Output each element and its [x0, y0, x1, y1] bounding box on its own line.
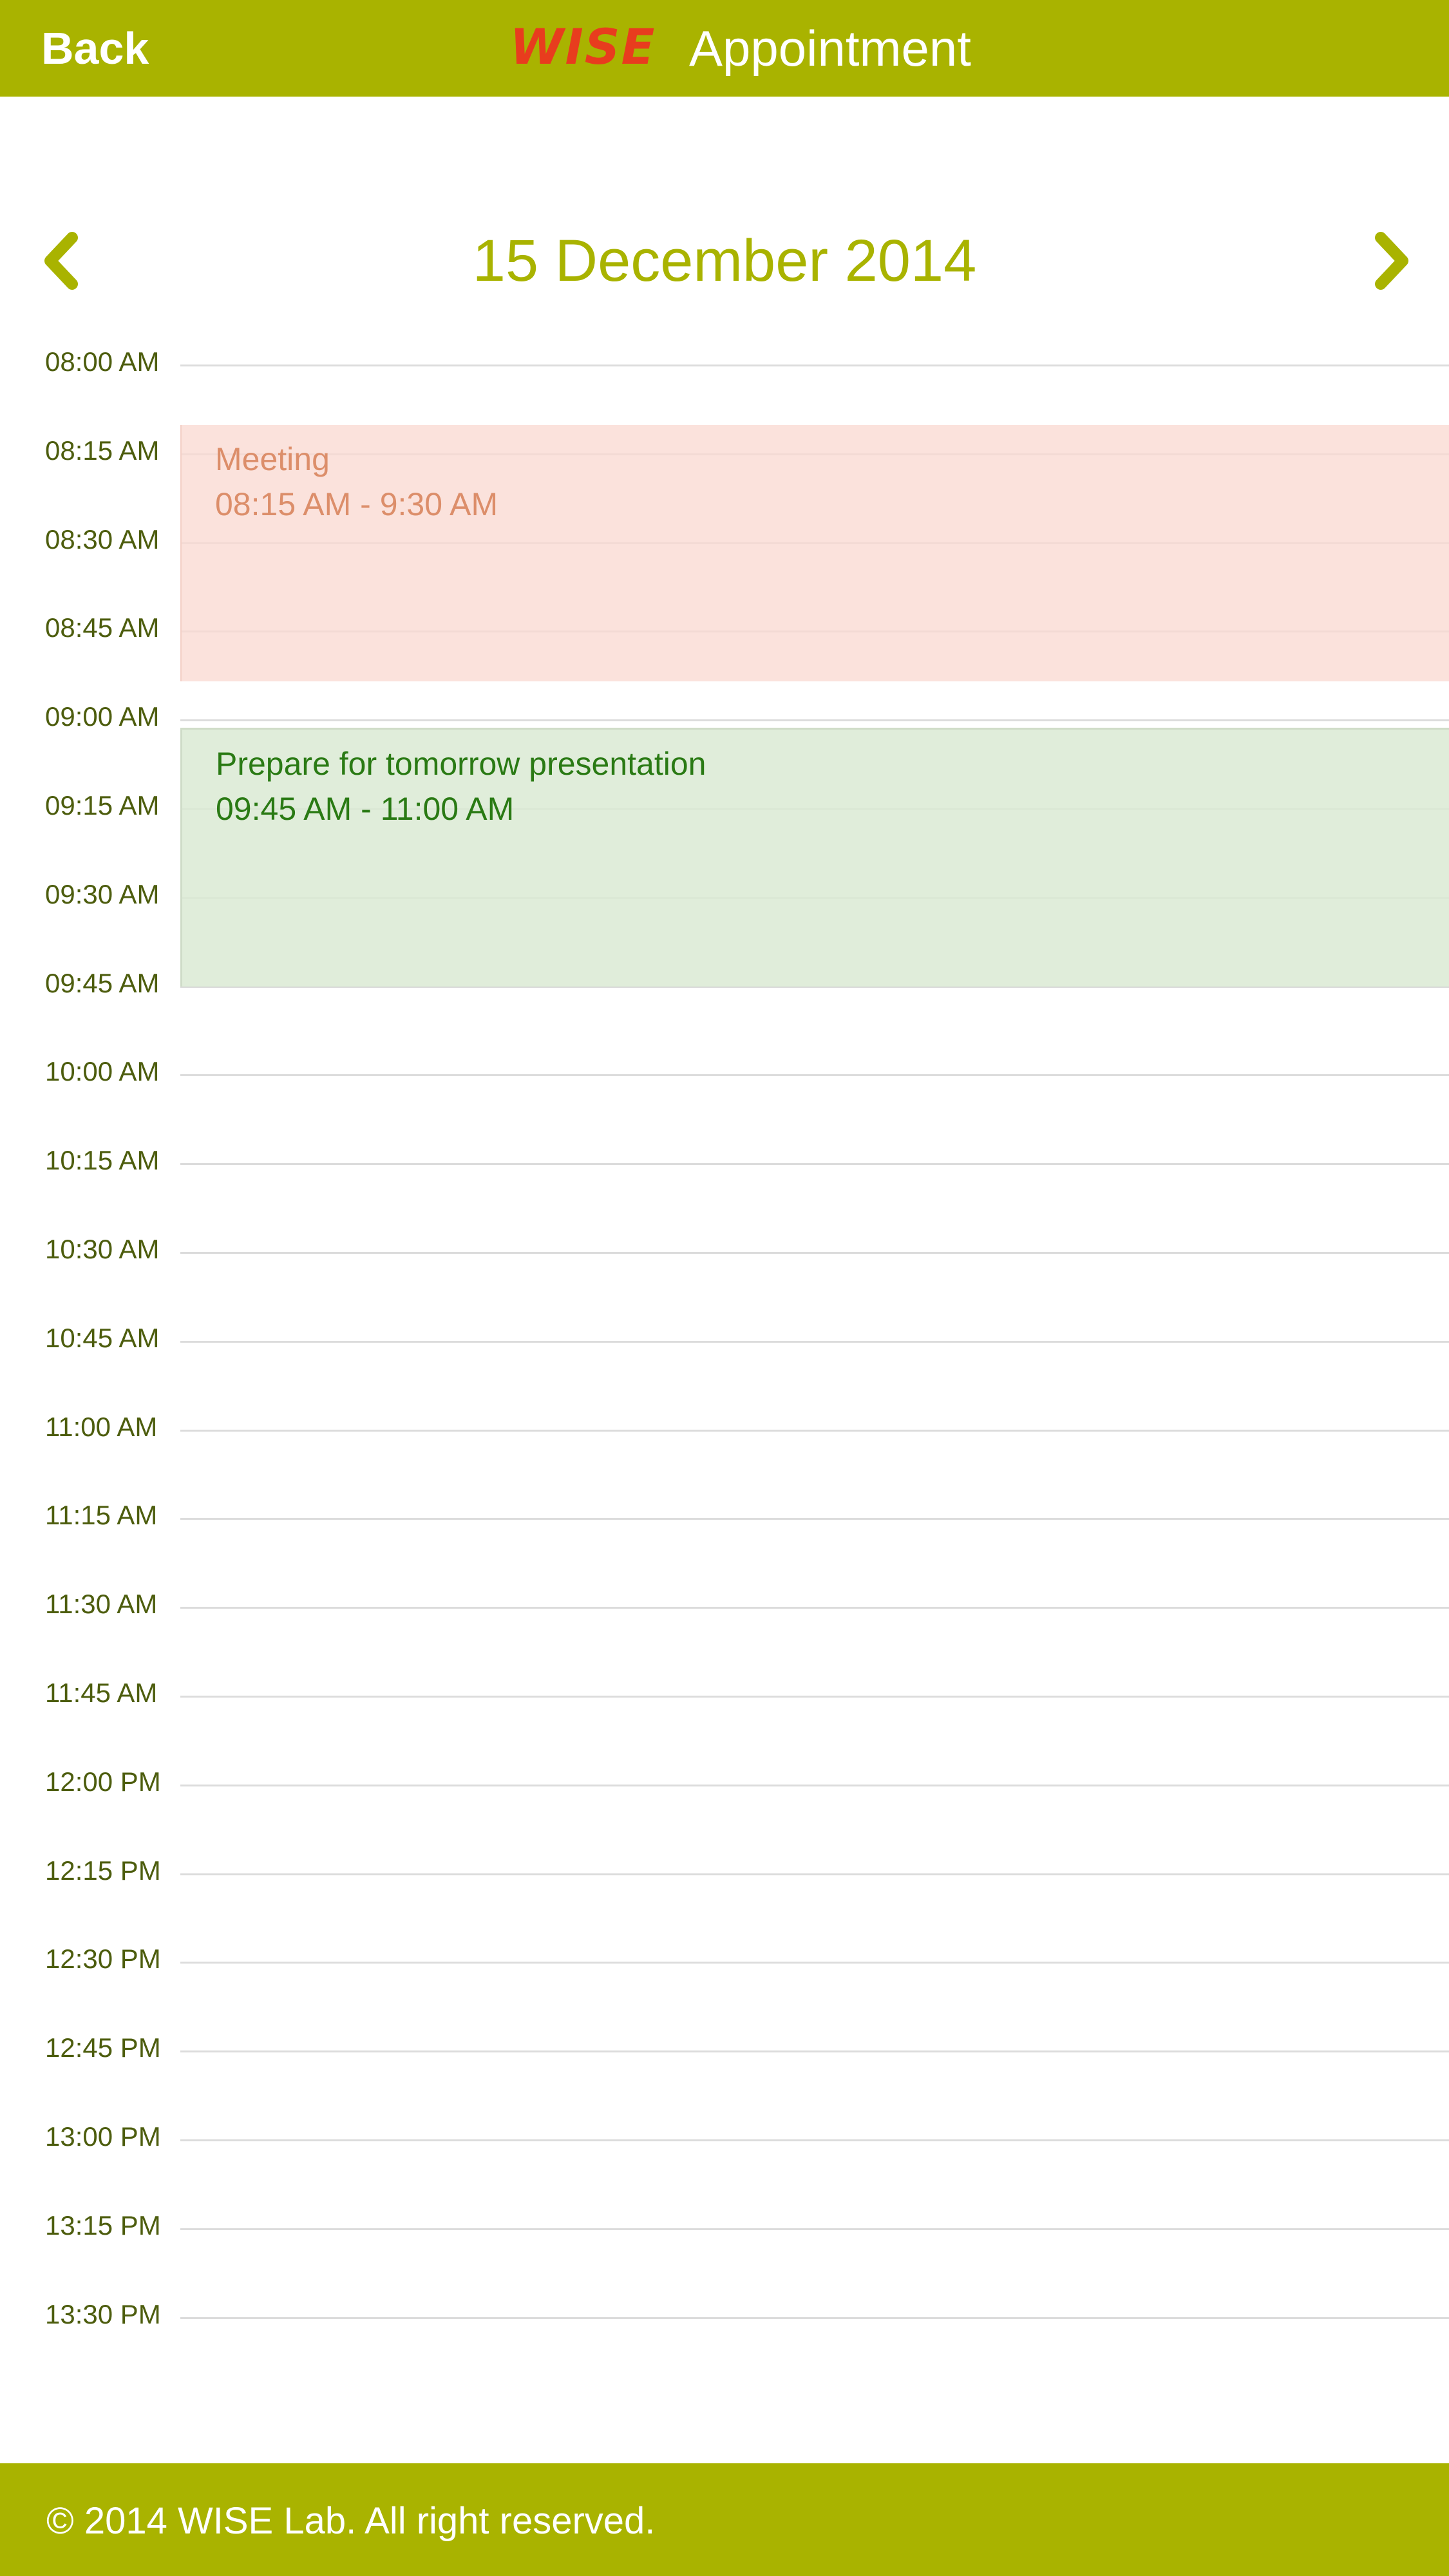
time-slot-divider — [180, 1784, 1449, 1786]
time-slot[interactable]: 10:00 AM — [0, 1056, 1449, 1163]
time-slot-divider — [180, 1962, 1449, 1964]
day-timeline: 08:00 AM 08:15 AM 08:30 AM 08:45 AM 09:00 AM… — [0, 0, 1449, 2383]
time-slot[interactable]: 13:30 PM — [0, 2299, 1449, 2406]
time-slot-divider — [180, 2050, 1449, 2053]
time-slot-label: 08:45 AM — [45, 612, 160, 643]
time-slot[interactable]: 11:00 AM — [0, 1412, 1449, 1519]
time-slot-label: 12:15 PM — [45, 1855, 161, 1886]
time-slot[interactable]: 11:45 AM — [0, 1678, 1449, 1785]
time-slot-label: 11:15 AM — [45, 1500, 158, 1531]
time-slot-label: 10:30 AM — [45, 1234, 160, 1264]
time-slot[interactable]: 12:15 PM — [0, 1855, 1449, 1962]
appointment-page: Back WISE Appointment 15 December 2014 0… — [0, 0, 1449, 2576]
time-slot-label: 08:30 AM — [45, 524, 160, 554]
event-prepare-presentation[interactable]: Prepare for tomorrow presentation 09:45 … — [180, 728, 1449, 987]
time-slot[interactable]: 12:30 PM — [0, 1944, 1449, 2050]
time-slot-label: 10:45 AM — [45, 1322, 160, 1353]
time-slot-divider — [180, 1607, 1449, 1609]
time-slot[interactable]: 10:15 AM — [0, 1145, 1449, 1252]
event-time: 08:15 AM - 9:30 AM — [215, 486, 498, 522]
time-slot-divider — [180, 2316, 1449, 2319]
time-slot-label: 11:30 AM — [45, 1589, 158, 1620]
time-slot[interactable]: 10:45 AM — [0, 1323, 1449, 1430]
time-slot[interactable]: 09:45 AM — [0, 968, 1449, 1075]
time-slot-label: 08:00 AM — [45, 346, 160, 377]
time-slot-label: 10:15 AM — [45, 1145, 160, 1176]
time-slot-label: 12:45 PM — [45, 2032, 161, 2063]
time-slot-divider — [180, 719, 1449, 722]
event-title: Meeting — [215, 441, 330, 477]
time-slot[interactable]: 12:45 PM — [0, 2032, 1449, 2139]
time-slot-divider — [180, 1429, 1449, 1432]
time-slot-label: 13:30 PM — [45, 2298, 161, 2329]
time-slot-label: 10:00 AM — [45, 1056, 160, 1087]
time-slot-divider — [180, 1074, 1449, 1077]
time-slot[interactable]: 11:30 AM — [0, 1589, 1449, 1696]
time-slot-divider — [180, 1873, 1449, 1875]
time-slot-divider — [180, 365, 1449, 366]
time-slot-label: 09:30 AM — [45, 878, 160, 909]
time-slot-label: 11:00 AM — [45, 1411, 158, 1442]
time-slot-divider — [180, 1163, 1449, 1166]
time-slot-label: 11:45 AM — [45, 1678, 158, 1708]
event-time: 09:45 AM - 11:00 AM — [216, 791, 515, 827]
event-title: Prepare for tomorrow presentation — [216, 746, 706, 782]
time-slot-label: 13:00 PM — [45, 2121, 161, 2152]
time-slot-divider — [180, 1340, 1449, 1343]
event-meeting[interactable]: Meeting 08:15 AM - 9:30 AM — [180, 425, 1449, 681]
time-slot-label: 12:00 PM — [45, 1766, 161, 1797]
time-slot-divider — [180, 2139, 1449, 2141]
time-slot[interactable]: 12:00 PM — [0, 1766, 1449, 1873]
time-slot-label: 09:00 AM — [45, 701, 160, 732]
time-slot-label: 08:15 AM — [45, 435, 160, 466]
time-slot-label: 13:15 PM — [45, 2210, 161, 2240]
time-slot[interactable]: 13:15 PM — [0, 2210, 1449, 2317]
time-slot-label: 09:45 AM — [45, 967, 160, 998]
time-slot-divider — [180, 2228, 1449, 2230]
time-slot-label: 12:30 PM — [45, 1944, 161, 1975]
time-slot[interactable]: 10:30 AM — [0, 1234, 1449, 1341]
time-slot-label: 09:15 AM — [45, 790, 160, 820]
time-slot[interactable]: 13:00 PM — [0, 2121, 1449, 2228]
time-slot-divider — [180, 1252, 1449, 1254]
time-slot[interactable]: 11:15 AM — [0, 1500, 1449, 1607]
time-slot-divider — [180, 1518, 1449, 1520]
copyright-text: © 2014 WISE Lab. All right reserved. — [46, 2500, 656, 2542]
time-slot-divider — [180, 1696, 1449, 1698]
footer: © 2014 WISE Lab. All right reserved. — [0, 2463, 1449, 2576]
